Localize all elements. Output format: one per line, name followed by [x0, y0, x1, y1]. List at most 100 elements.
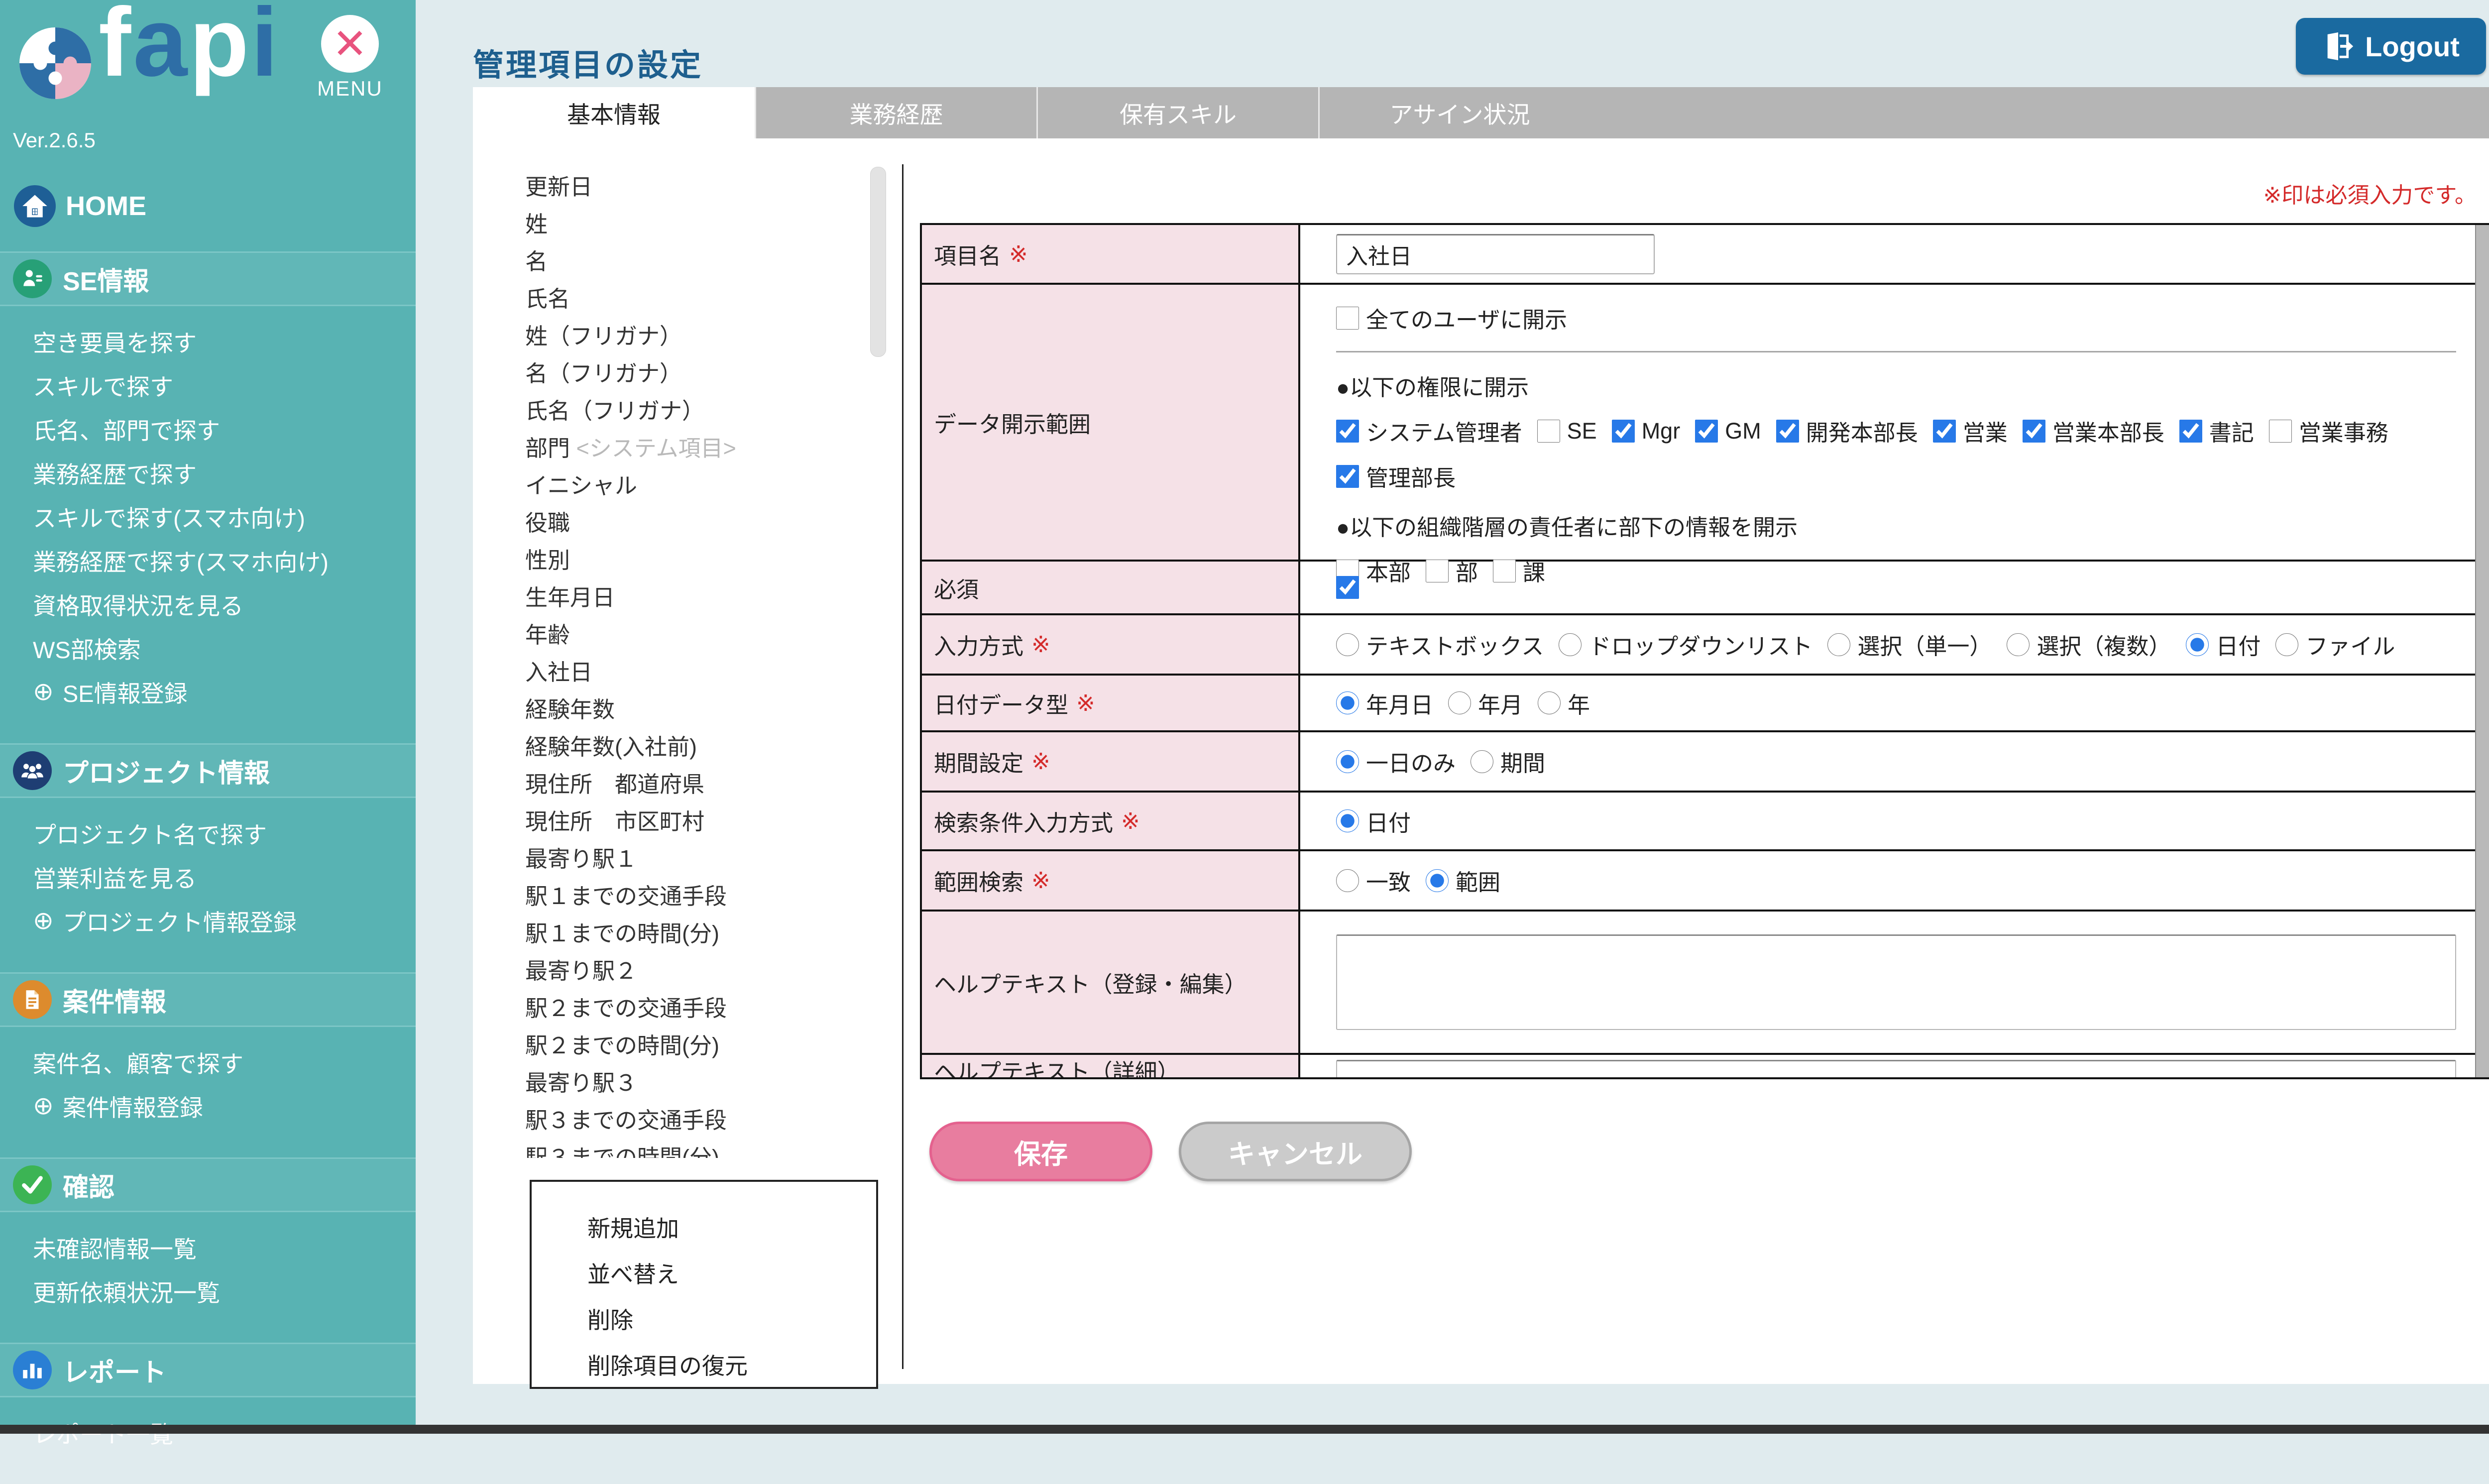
field-list-item[interactable]: 現住所 都道府県	[525, 766, 864, 803]
field-list-item[interactable]: 駅１までの交通手段	[525, 878, 864, 915]
role-option[interactable]: GM	[1695, 418, 1761, 444]
search-cond-radio[interactable]	[1336, 809, 1359, 832]
range-search-radio[interactable]	[1336, 869, 1359, 892]
role-option[interactable]: 書記	[2179, 415, 2254, 447]
period-radio[interactable]	[1336, 750, 1359, 773]
field-list-item[interactable]: 駅２までの交通手段	[525, 990, 864, 1027]
sidebar-item[interactable]: プロジェクト名で探す	[0, 811, 416, 855]
role-option[interactable]: 開発本部長	[1776, 415, 1918, 447]
role-option[interactable]: SE	[1537, 418, 1597, 444]
sidebar-item[interactable]: 業務経歴で探す	[0, 451, 416, 494]
field-list-item[interactable]: イニシャル	[525, 467, 864, 504]
role-option[interactable]: システム管理者	[1336, 415, 1522, 447]
role-checkbox[interactable]	[2268, 419, 2292, 443]
sidebar-item[interactable]: 更新依頼状況一覧	[0, 1269, 416, 1313]
input-method-radio[interactable]	[2275, 633, 2299, 656]
role-option[interactable]: 管理部長	[1336, 460, 1456, 492]
field-list-item[interactable]: 最寄り駅１	[525, 840, 864, 878]
field-list-scrollbar[interactable]	[870, 167, 886, 357]
field-list-item[interactable]: 経験年数	[525, 691, 864, 728]
field-list-item[interactable]: 役職	[525, 504, 864, 542]
field-list-item[interactable]: 氏名（フリガナ）	[525, 392, 864, 430]
sidebar-item[interactable]: ⊕ プロジェクト情報登録	[0, 899, 416, 942]
role-option[interactable]: Mgr	[1611, 418, 1680, 444]
field-list-item[interactable]: 性別	[525, 542, 864, 579]
field-list-item[interactable]: 現住所 市区町村	[525, 803, 864, 840]
role-checkbox[interactable]	[2179, 419, 2202, 443]
input-method-radio[interactable]	[1827, 633, 1851, 656]
input-method-radio[interactable]	[1559, 633, 1582, 656]
sidebar-item[interactable]: WS部検索	[0, 626, 416, 670]
role-checkbox[interactable]	[1611, 419, 1635, 443]
date-type-radio[interactable]	[1336, 691, 1359, 714]
field-list-item[interactable]: 駅３までの時間(分)	[525, 1139, 864, 1158]
input-method-option[interactable]: ファイル	[2275, 628, 2395, 661]
sidebar-item[interactable]: スキルで探す(スマホ向け)	[0, 494, 416, 538]
field-list-item[interactable]: 部門 <システム項目>	[525, 430, 864, 467]
date-type-option[interactable]: 年月日	[1336, 687, 1433, 719]
input-method-radio[interactable]	[2007, 633, 2030, 656]
period-option[interactable]: 期間	[1471, 745, 1545, 778]
field-list-item[interactable]: 名	[525, 243, 864, 280]
input-method-option[interactable]: 日付	[2186, 628, 2261, 661]
tab-アサイン状況[interactable]: アサイン状況	[1318, 87, 1600, 138]
tab-基本情報[interactable]: 基本情報	[473, 87, 755, 138]
sidebar-item-home[interactable]: HOME	[14, 185, 146, 227]
role-option[interactable]: 営業事務	[2268, 415, 2388, 447]
sidebar-item[interactable]: 空き要員を探す	[0, 319, 416, 363]
range-search-option[interactable]: 一致	[1336, 864, 1411, 897]
field-list-item[interactable]: 姓	[525, 206, 864, 243]
help-edit-textarea[interactable]	[1336, 934, 2456, 1030]
logout-button[interactable]: Logout	[2296, 18, 2486, 75]
sidebar-item[interactable]: 資格取得状況を見る	[0, 582, 416, 626]
sidebar-item[interactable]: 未確認情報一覧	[0, 1225, 416, 1269]
input-method-radio[interactable]	[2186, 633, 2209, 656]
sidebar-item[interactable]: ⊕ 案件情報登録	[0, 1084, 416, 1128]
sidebar-section-header[interactable]: 案件情報	[0, 974, 416, 1027]
field-list-item[interactable]: 氏名	[525, 280, 864, 318]
field-list-item[interactable]: 駅１までの時間(分)	[525, 915, 864, 952]
field-list-item[interactable]: 経験年数(入社前)	[525, 728, 864, 766]
input-method-option[interactable]: 選択（複数）	[2007, 628, 2171, 661]
role-checkbox[interactable]	[1695, 419, 1718, 443]
role-checkbox[interactable]	[1336, 464, 1359, 488]
role-option[interactable]: 営業	[1932, 415, 2008, 447]
sidebar-section-header[interactable]: 確認	[0, 1159, 416, 1212]
field-list-item[interactable]: 姓（フリガナ）	[525, 318, 864, 355]
required-checkbox[interactable]	[1336, 576, 1359, 599]
field-list-item[interactable]: 生年月日	[525, 579, 864, 616]
input-method-option[interactable]: テキストボックス	[1336, 628, 1544, 661]
role-checkbox[interactable]	[1336, 419, 1359, 443]
input-method-option[interactable]: 選択（単一）	[1827, 628, 1992, 661]
tab-業務経歴[interactable]: 業務経歴	[755, 87, 1036, 138]
role-checkbox[interactable]	[1537, 419, 1560, 443]
menu-close-button[interactable]: ✕ MENU	[313, 15, 387, 101]
input-method-option[interactable]: ドロップダウンリスト	[1559, 628, 1812, 661]
search-cond-option[interactable]: 日付	[1336, 805, 1411, 837]
field-list-item[interactable]: 更新日	[525, 168, 864, 206]
save-button[interactable]: 保存	[929, 1122, 1152, 1181]
field-list-item[interactable]: 入社日	[525, 654, 864, 691]
actions-menu-item[interactable]: 新規追加	[587, 1206, 876, 1252]
role-checkbox[interactable]	[1932, 419, 1956, 443]
period-option[interactable]: 一日のみ	[1336, 745, 1456, 778]
field-list-item[interactable]: 最寄り駅２	[525, 952, 864, 990]
sidebar-item[interactable]: 営業利益を見る	[0, 855, 416, 899]
field-list-item[interactable]: 名（フリガナ）	[525, 355, 864, 392]
date-type-option[interactable]: 年	[1538, 687, 1590, 719]
all-users-checkbox-input[interactable]	[1336, 306, 1359, 330]
actions-menu-item[interactable]: 並べ替え	[587, 1252, 876, 1297]
role-option[interactable]: 営業本部長	[2022, 415, 2164, 447]
help-detail-textarea[interactable]	[1336, 1060, 2456, 1077]
form-scrollbar[interactable]	[2475, 225, 2489, 1077]
all-users-checkbox[interactable]: 全てのユーザに開示	[1336, 302, 1567, 334]
sidebar-item[interactable]: 案件名、顧客で探す	[0, 1040, 416, 1084]
period-radio[interactable]	[1471, 750, 1494, 773]
field-list-item[interactable]: 年齢	[525, 616, 864, 654]
field-list-item[interactable]: 駅２までの時間(分)	[525, 1027, 864, 1064]
sidebar-item[interactable]: ⊕ SE情報登録	[0, 670, 416, 713]
range-search-option[interactable]: 範囲	[1426, 864, 1500, 897]
item-name-input[interactable]	[1336, 233, 1655, 274]
field-list-item[interactable]: 駅３までの交通手段	[525, 1102, 864, 1139]
date-type-radio[interactable]	[1538, 691, 1561, 714]
